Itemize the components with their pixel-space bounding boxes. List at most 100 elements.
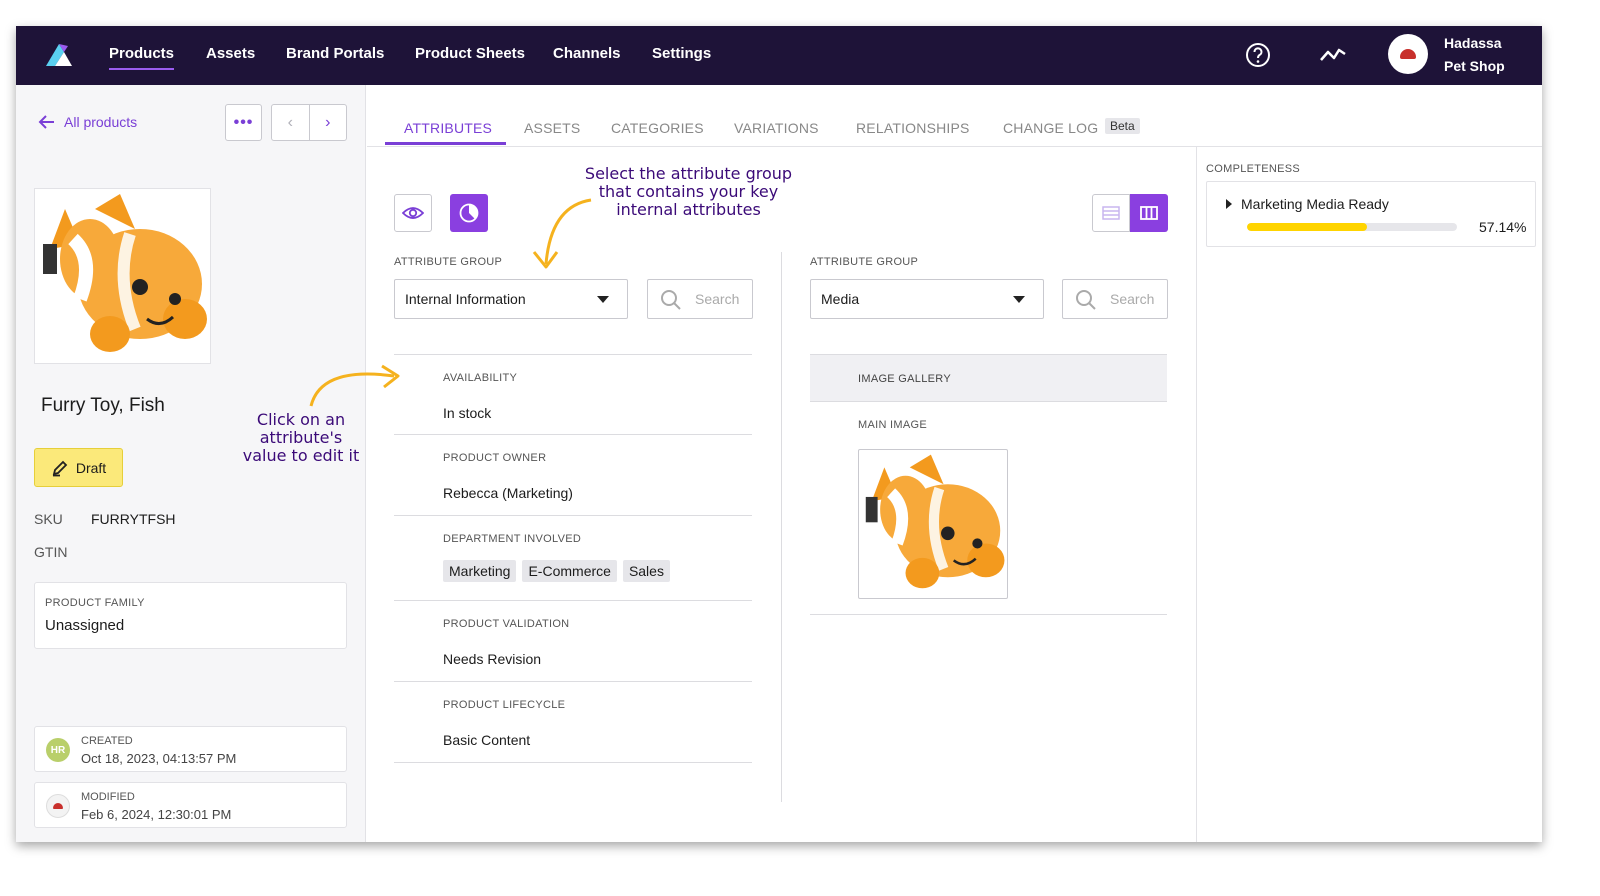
- chip-sales[interactable]: Sales: [622, 560, 670, 582]
- completeness-card[interactable]: Marketing Media Ready 57.14%: [1206, 181, 1536, 247]
- show-attributes-button[interactable]: [394, 194, 432, 232]
- left-search-input[interactable]: Search: [647, 279, 753, 319]
- left-search-placeholder: Search: [695, 291, 740, 307]
- pencil-icon: [52, 460, 68, 476]
- completeness-progress-bar: [1247, 223, 1457, 231]
- more-actions-button[interactable]: •••: [225, 104, 262, 141]
- attribute-label: PRODUCT OWNER: [443, 452, 547, 464]
- attribute-label: PRODUCT LIFECYCLE: [443, 699, 566, 711]
- creator-avatar: HR: [46, 738, 70, 762]
- attribute-value[interactable]: Needs Revision: [443, 651, 541, 667]
- two-column-view-button[interactable]: [1130, 194, 1168, 232]
- active-tab-indicator: [385, 142, 506, 145]
- completeness-label: COMPLETENESS: [1206, 163, 1301, 175]
- main-image[interactable]: [858, 449, 1008, 599]
- completeness-view-button[interactable]: [450, 194, 488, 232]
- single-column-view-button[interactable]: [1092, 194, 1130, 232]
- product-pager: ‹ ›: [271, 104, 347, 141]
- chip-e-commerce[interactable]: E-Commerce: [522, 560, 617, 582]
- product-name[interactable]: Furry Toy, Fish: [41, 395, 165, 417]
- chip-marketing[interactable]: Marketing: [443, 560, 517, 582]
- user-shop-name: Pet Shop: [1444, 58, 1505, 74]
- nav-product-sheets[interactable]: Product Sheets: [415, 45, 525, 62]
- attribute-product-lifecycle[interactable]: PRODUCT LIFECYCLE Basic Content: [394, 682, 752, 763]
- tab-categories[interactable]: CATEGORIES: [611, 120, 704, 136]
- arrow-left-icon: [38, 115, 54, 129]
- completeness-progress-fill: [1247, 223, 1367, 231]
- attribute-label: DEPARTMENT INVOLVED: [443, 533, 582, 545]
- help-icon[interactable]: [1243, 40, 1273, 70]
- attribute-label: AVAILABILITY: [443, 372, 518, 384]
- pet-shop-logo-icon: [1400, 49, 1416, 59]
- annotation-select-line-2: that contains your key: [598, 182, 779, 201]
- tab-attributes[interactable]: ATTRIBUTES: [404, 120, 492, 136]
- product-thumbnail[interactable]: [34, 188, 211, 364]
- tab-assets[interactable]: ASSETS: [524, 120, 580, 136]
- image-gallery-label: IMAGE GALLERY: [858, 373, 951, 385]
- user-first-name: Hadassa: [1444, 35, 1502, 51]
- annotation-arrow-right-icon: [309, 364, 400, 407]
- annotation-select-line-3: internal attributes: [616, 200, 761, 219]
- created-value: Oct 18, 2023, 04:13:57 PM: [81, 751, 237, 766]
- nav-settings[interactable]: Settings: [652, 45, 711, 62]
- created-info: HR CREATED Oct 18, 2023, 04:13:57 PM: [34, 726, 347, 772]
- previous-product-button[interactable]: ‹: [272, 105, 310, 140]
- product-tabs: ATTRIBUTES ASSETS CATEGORIES VARIATIONS …: [367, 85, 1542, 147]
- annotation-arrow-down-icon: [532, 198, 592, 269]
- annotation-select-line-1: Select the attribute group: [584, 164, 793, 183]
- nav-assets[interactable]: Assets: [206, 45, 255, 62]
- columns-icon: [1140, 206, 1158, 220]
- left-attribute-group-label: ATTRIBUTE GROUP: [394, 256, 503, 268]
- right-search-placeholder: Search: [1110, 291, 1155, 307]
- tab-change-log[interactable]: CHANGE LOG: [1003, 120, 1098, 136]
- attribute-value[interactable]: Rebecca (Marketing): [443, 485, 573, 501]
- nav-products[interactable]: Products: [109, 45, 175, 70]
- tab-relationships[interactable]: RELATIONSHIPS: [856, 120, 970, 136]
- left-attribute-group-select[interactable]: Internal Information: [394, 279, 628, 319]
- product-family-box[interactable]: PRODUCT FAMILY Unassigned: [34, 582, 347, 649]
- fish-toy-image: [865, 454, 1005, 589]
- created-label: CREATED: [81, 735, 133, 747]
- modified-value: Feb 6, 2024, 12:30:01 PM: [81, 807, 232, 822]
- modified-label: MODIFIED: [81, 791, 135, 803]
- caret-right-icon[interactable]: [1226, 199, 1232, 209]
- attribute-value[interactable]: Basic Content: [443, 732, 530, 748]
- completeness-percent: 57.14%: [1479, 219, 1527, 235]
- user-avatar[interactable]: [1388, 34, 1428, 74]
- nav-brand-portals[interactable]: Brand Portals: [286, 45, 384, 62]
- right-search-input[interactable]: Search: [1062, 279, 1168, 319]
- activity-icon[interactable]: [1318, 40, 1348, 70]
- right-attribute-group-select[interactable]: Media: [810, 279, 1044, 319]
- fish-toy-image: [43, 194, 207, 352]
- next-product-button[interactable]: ›: [310, 105, 347, 140]
- attribute-product-owner[interactable]: PRODUCT OWNER Rebecca (Marketing): [394, 435, 752, 516]
- attribute-chips[interactable]: Marketing E-Commerce Sales: [443, 560, 676, 582]
- attribute-department-involved[interactable]: DEPARTMENT INVOLVED Marketing E-Commerce S…: [394, 516, 752, 601]
- left-attribute-group-value: Internal Information: [405, 291, 526, 307]
- annotation-select-group: Select the attribute group that contains…: [571, 165, 806, 219]
- pie-chart-icon: [459, 203, 479, 223]
- eye-icon: [402, 207, 424, 219]
- attribute-availability[interactable]: AVAILABILITY In stock: [394, 355, 752, 435]
- status-draft-button[interactable]: Draft: [34, 448, 123, 487]
- back-to-products-link[interactable]: All products: [38, 114, 137, 130]
- attribute-value[interactable]: In stock: [443, 405, 491, 421]
- attribute-label: PRODUCT VALIDATION: [443, 618, 570, 630]
- tab-variations[interactable]: VARIATIONS: [734, 120, 819, 136]
- completeness-channel[interactable]: Marketing Media Ready: [1241, 196, 1389, 212]
- main-image-label: MAIN IMAGE: [858, 419, 928, 431]
- app-logo-icon[interactable]: [42, 40, 76, 70]
- nav-channels[interactable]: Channels: [553, 45, 621, 62]
- column-divider: [781, 252, 782, 802]
- user-name[interactable]: Hadassa Pet Shop: [1444, 32, 1505, 78]
- right-attribute-group-value: Media: [821, 291, 860, 307]
- top-navigation: Products Assets Brand Portals Product Sh…: [16, 26, 1542, 85]
- image-gallery-section[interactable]: IMAGE GALLERY: [810, 354, 1167, 402]
- sku-value[interactable]: FURRYTFSH: [91, 511, 176, 527]
- chevron-down-icon: [597, 296, 609, 303]
- search-icon: [1076, 290, 1096, 310]
- attribute-product-validation[interactable]: PRODUCT VALIDATION Needs Revision: [394, 601, 752, 682]
- annotation-click-line-3: value to edit it: [242, 446, 360, 465]
- product-family-value: Unassigned: [45, 617, 125, 634]
- modified-info: MODIFIED Feb 6, 2024, 12:30:01 PM: [34, 782, 347, 828]
